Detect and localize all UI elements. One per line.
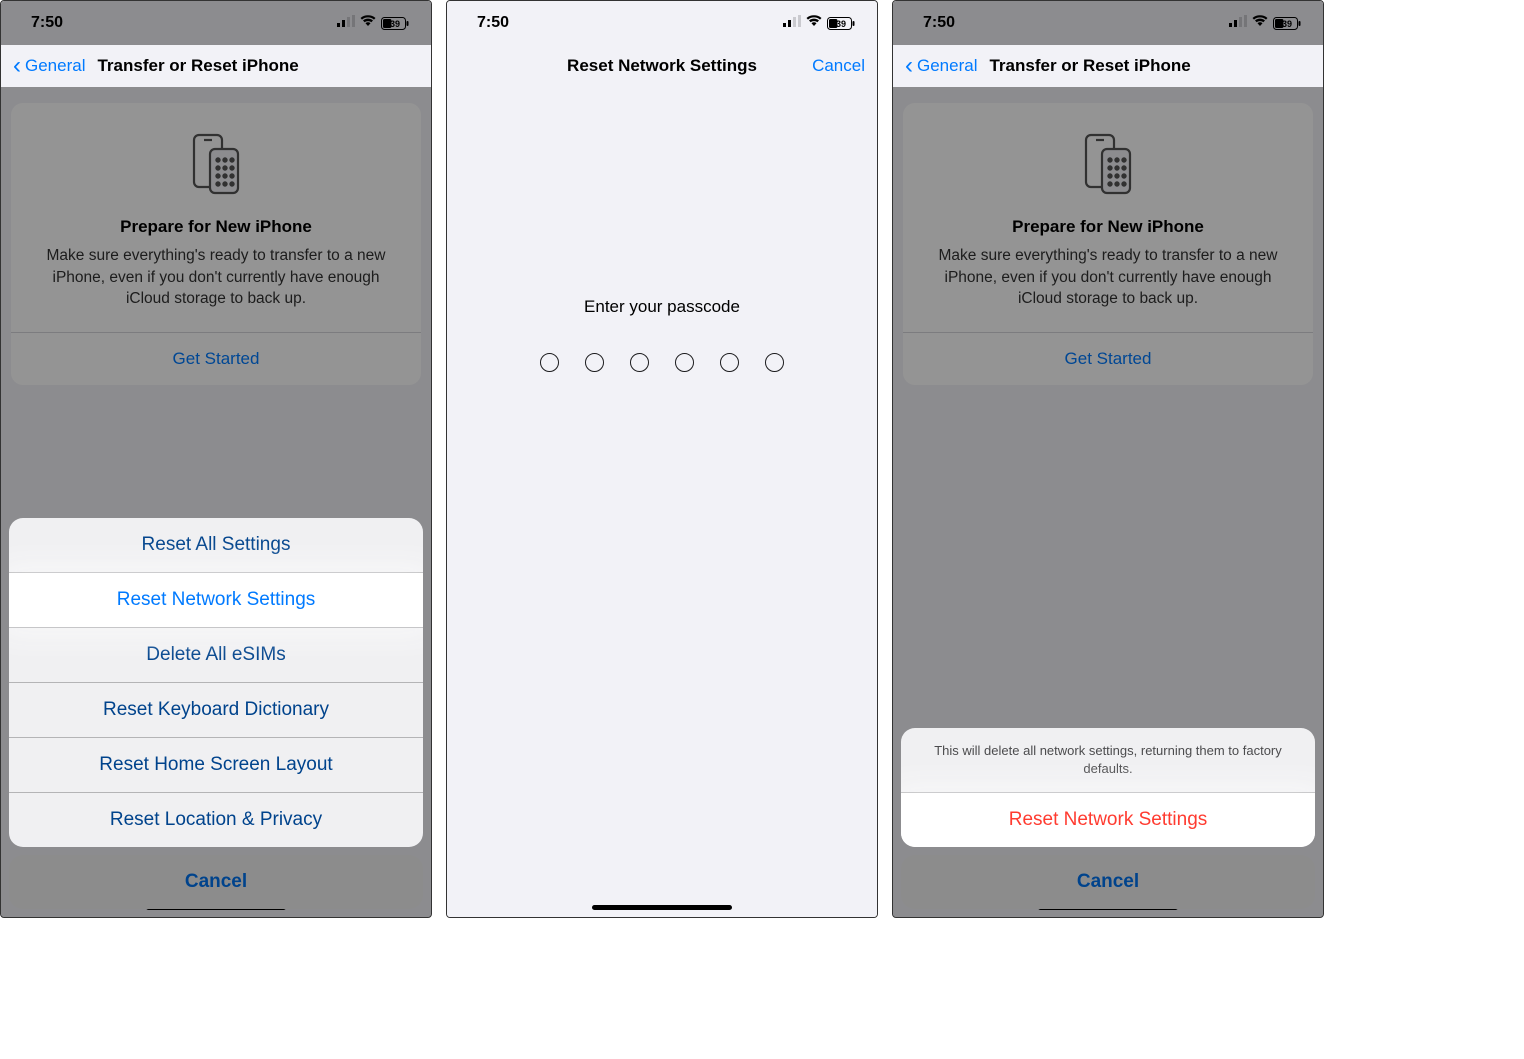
prepare-title: Prepare for New iPhone bbox=[921, 217, 1295, 237]
sheet-message: This will delete all network settings, r… bbox=[901, 728, 1315, 793]
wifi-icon bbox=[360, 14, 376, 32]
cellular-icon bbox=[337, 14, 355, 32]
chevron-left-icon: ‹ bbox=[905, 54, 913, 78]
back-label: General bbox=[25, 56, 85, 76]
sheet-reset-keyboard[interactable]: Reset Keyboard Dictionary bbox=[9, 683, 423, 738]
passcode-dot bbox=[675, 353, 694, 372]
battery-icon: 39 bbox=[1273, 17, 1301, 30]
sheet-delete-esims[interactable]: Delete All eSIMs bbox=[9, 628, 423, 683]
screen-passcode: 7:50 39 Reset Network Settings Cancel En… bbox=[446, 0, 878, 918]
chevron-left-icon: ‹ bbox=[13, 54, 21, 78]
nav-bar: ‹ General Transfer or Reset iPhone bbox=[1, 45, 431, 87]
clock: 7:50 bbox=[923, 14, 955, 32]
sheet-reset-home[interactable]: Reset Home Screen Layout bbox=[9, 738, 423, 793]
home-indicator[interactable] bbox=[592, 905, 732, 910]
sheet-cancel-button[interactable]: Cancel bbox=[9, 855, 423, 909]
sheet-reset-all[interactable]: Reset All Settings bbox=[9, 518, 423, 573]
back-button[interactable]: ‹ General bbox=[905, 54, 977, 78]
passcode-entry: Enter your passcode bbox=[447, 87, 877, 917]
svg-text:39: 39 bbox=[1282, 19, 1292, 29]
cellular-icon bbox=[1229, 14, 1247, 32]
screen-reset-options: 7:50 39 ‹ General Transfer or Reset iPho… bbox=[0, 0, 432, 918]
get-started-button[interactable]: Get Started bbox=[921, 333, 1295, 385]
page-title: Transfer or Reset iPhone bbox=[97, 56, 298, 76]
svg-text:39: 39 bbox=[390, 19, 400, 29]
prepare-card: Prepare for New iPhone Make sure everyth… bbox=[903, 103, 1313, 385]
confirm-action-sheet: This will delete all network settings, r… bbox=[901, 728, 1315, 909]
sheet-reset-network[interactable]: Reset Network Settings bbox=[9, 573, 423, 628]
passcode-dot bbox=[540, 353, 559, 372]
passcode-prompt: Enter your passcode bbox=[584, 297, 740, 317]
battery-icon: 39 bbox=[381, 17, 409, 30]
passcode-dot bbox=[585, 353, 604, 372]
nav-bar: Reset Network Settings Cancel bbox=[447, 45, 877, 87]
svg-text:39: 39 bbox=[836, 19, 846, 29]
passcode-dot bbox=[765, 353, 784, 372]
reset-action-sheet: Reset All Settings Reset Network Setting… bbox=[9, 518, 423, 909]
wifi-icon bbox=[806, 14, 822, 32]
back-label: General bbox=[917, 56, 977, 76]
status-bar: 7:50 39 bbox=[447, 1, 877, 45]
screen-confirm-reset: 7:50 39 ‹ General Transfer or Reset iPho… bbox=[892, 0, 1324, 918]
passcode-dots[interactable] bbox=[540, 353, 784, 372]
devices-icon bbox=[921, 127, 1295, 199]
get-started-button[interactable]: Get Started bbox=[29, 333, 403, 385]
sheet-reset-location[interactable]: Reset Location & Privacy bbox=[9, 793, 423, 847]
prepare-desc: Make sure everything's ready to transfer… bbox=[921, 245, 1295, 310]
prepare-title: Prepare for New iPhone bbox=[29, 217, 403, 237]
battery-icon: 39 bbox=[827, 17, 855, 30]
cellular-icon bbox=[783, 14, 801, 32]
cancel-button[interactable]: Cancel bbox=[812, 56, 865, 76]
devices-icon bbox=[29, 127, 403, 199]
prepare-card: Prepare for New iPhone Make sure everyth… bbox=[11, 103, 421, 385]
passcode-dot bbox=[720, 353, 739, 372]
sheet-confirm-reset[interactable]: Reset Network Settings bbox=[901, 793, 1315, 847]
page-title: Reset Network Settings bbox=[567, 56, 757, 76]
clock: 7:50 bbox=[31, 14, 63, 32]
sheet-cancel-button[interactable]: Cancel bbox=[901, 855, 1315, 909]
passcode-dot bbox=[630, 353, 649, 372]
status-bar: 7:50 39 bbox=[1, 1, 431, 45]
wifi-icon bbox=[1252, 14, 1268, 32]
nav-bar: ‹ General Transfer or Reset iPhone bbox=[893, 45, 1323, 87]
status-bar: 7:50 39 bbox=[893, 1, 1323, 45]
prepare-desc: Make sure everything's ready to transfer… bbox=[29, 245, 403, 310]
page-title: Transfer or Reset iPhone bbox=[989, 56, 1190, 76]
clock: 7:50 bbox=[477, 14, 509, 32]
back-button[interactable]: ‹ General bbox=[13, 54, 85, 78]
